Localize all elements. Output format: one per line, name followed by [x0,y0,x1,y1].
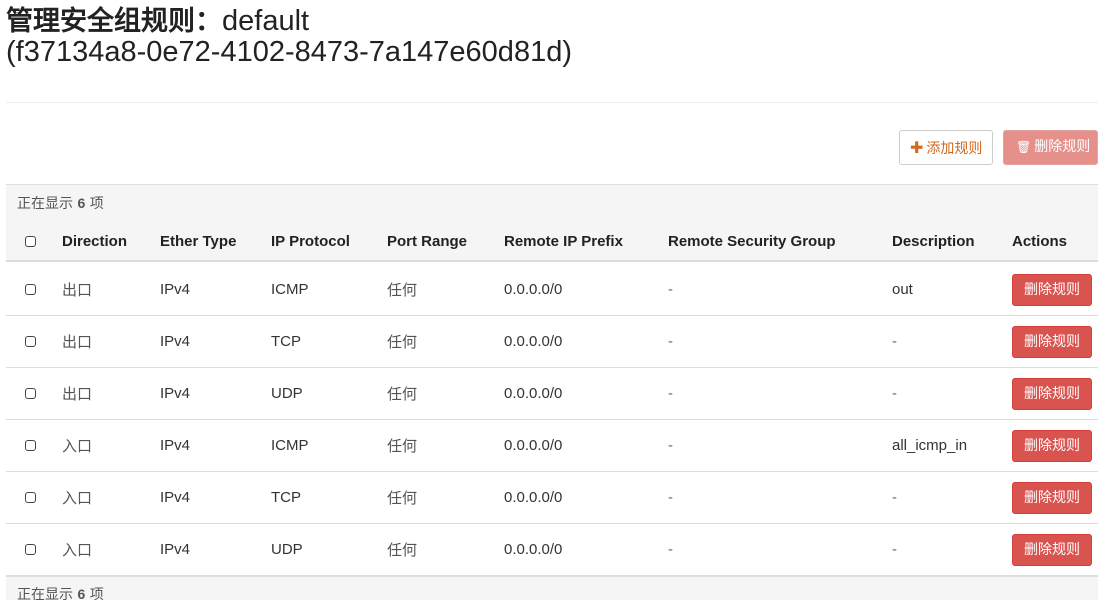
add-rule-button[interactable]: ✚ 添加规则 [899,130,993,165]
security-group-id: (f37134a8-0e72-4102-8473-7a147e60d81d) [6,36,572,68]
trash-icon: 🗑 [1016,140,1032,154]
cell-ether-type: IPv4 [160,385,191,402]
cell-direction: 出口 [62,385,93,403]
cell-port-range: 任何 [387,333,418,351]
security-group-rules-page: 管理安全组规则：default (f37134a8-0e72-4102-8473… [0,0,1098,600]
cell-ether-type: IPv4 [160,541,191,558]
table-row: 出口 IPv4 TCP 任何 0.0.0.0/0 - - 删除规则 [6,316,1098,368]
cell-ip-protocol: TCP [271,489,301,506]
cell-ether-type: IPv4 [160,437,191,454]
select-all-checkbox[interactable] [25,235,36,247]
delete-rule-button[interactable]: 删除规则 [1012,377,1092,410]
delete-rule-button[interactable]: 删除规则 [1012,481,1092,514]
cell-remote-ip-prefix: 0.0.0.0/0 [504,437,563,454]
row-checkbox[interactable] [25,440,36,451]
cell-remote-ip-prefix: 0.0.0.0/0 [504,333,563,350]
column-header-ip-protocol[interactable]: IP Protocol [271,222,350,260]
cell-remote-security-group: - [668,281,673,298]
table-row: 入口 IPv4 TCP 任何 0.0.0.0/0 - - 删除规则 [6,472,1098,524]
cell-port-range: 任何 [387,281,418,299]
delete-rules-label: 删除规则 [1034,139,1091,155]
cell-port-range: 任何 [387,489,418,507]
cell-ether-type: IPv4 [160,281,191,298]
table-header-row: Direction Ether Type IP Protocol Port Ra… [6,222,1098,262]
cell-remote-security-group: - [668,489,673,506]
cell-description: - [892,333,897,350]
delete-rule-button[interactable]: 删除规则 [1012,325,1092,358]
plus-icon: ✚ [910,138,924,157]
column-header-remote-security-group[interactable]: Remote Security Group [668,222,836,260]
cell-direction: 入口 [62,437,93,455]
column-header-description[interactable]: Description [892,222,975,260]
page-title: 管理安全组规则：default (f37134a8-0e72-4102-8473… [6,6,572,68]
page-title-prefix: 管理安全组规则： [6,6,222,37]
cell-description: all_icmp_in [892,437,968,454]
row-checkbox[interactable] [25,544,36,555]
cell-description: - [892,541,897,558]
cell-ether-type: IPv4 [160,489,191,506]
cell-ip-protocol: UDP [271,385,303,402]
item-count-top: 正在显示 6 项 [6,185,1098,222]
row-checkbox[interactable] [25,388,36,399]
header-divider [6,102,1098,103]
cell-description: - [892,385,897,402]
delete-rule-button[interactable]: 删除规则 [1012,429,1092,462]
item-count-bottom: 正在显示 6 项 [6,576,1098,600]
cell-ip-protocol: UDP [271,541,303,558]
cell-direction: 出口 [62,333,93,351]
column-header-ether-type[interactable]: Ether Type [160,222,236,260]
cell-remote-ip-prefix: 0.0.0.0/0 [504,489,563,506]
cell-remote-ip-prefix: 0.0.0.0/0 [504,385,563,402]
cell-port-range: 任何 [387,541,418,559]
cell-remote-ip-prefix: 0.0.0.0/0 [504,281,563,298]
add-rule-label: 添加规则 [926,141,983,157]
cell-port-range: 任何 [387,437,418,455]
column-header-port-range[interactable]: Port Range [387,222,467,260]
table-row: 入口 IPv4 UDP 任何 0.0.0.0/0 - - 删除规则 [6,524,1098,576]
row-checkbox[interactable] [25,492,36,503]
column-header-direction[interactable]: Direction [62,222,127,260]
cell-remote-security-group: - [668,333,673,350]
cell-direction: 入口 [62,489,93,507]
cell-ip-protocol: ICMP [271,437,309,454]
column-header-remote-ip-prefix[interactable]: Remote IP Prefix [504,222,623,260]
column-header-actions: Actions [1012,232,1068,250]
row-checkbox[interactable] [25,336,36,347]
cell-remote-security-group: - [668,437,673,454]
cell-description: out [892,281,913,298]
cell-description: - [892,489,897,506]
cell-ether-type: IPv4 [160,333,191,350]
delete-rules-button[interactable]: 🗑 删除规则 [1003,130,1098,165]
security-group-name: default [222,5,310,37]
cell-direction: 入口 [62,541,93,559]
rules-table: 正在显示 6 项 Direction Ether Type IP Protoco… [6,184,1098,600]
cell-port-range: 任何 [387,385,418,403]
table-row: 出口 IPv4 ICMP 任何 0.0.0.0/0 - out 删除规则 [6,264,1098,316]
cell-remote-ip-prefix: 0.0.0.0/0 [504,541,563,558]
cell-direction: 出口 [62,281,93,299]
row-checkbox[interactable] [25,284,36,295]
cell-ip-protocol: ICMP [271,281,309,298]
cell-ip-protocol: TCP [271,333,301,350]
cell-remote-security-group: - [668,541,673,558]
delete-rule-button[interactable]: 删除规则 [1012,273,1092,306]
cell-remote-security-group: - [668,385,673,402]
delete-rule-button[interactable]: 删除规则 [1012,533,1092,566]
table-row: 入口 IPv4 ICMP 任何 0.0.0.0/0 - all_icmp_in … [6,420,1098,472]
table-row: 出口 IPv4 UDP 任何 0.0.0.0/0 - - 删除规则 [6,368,1098,420]
